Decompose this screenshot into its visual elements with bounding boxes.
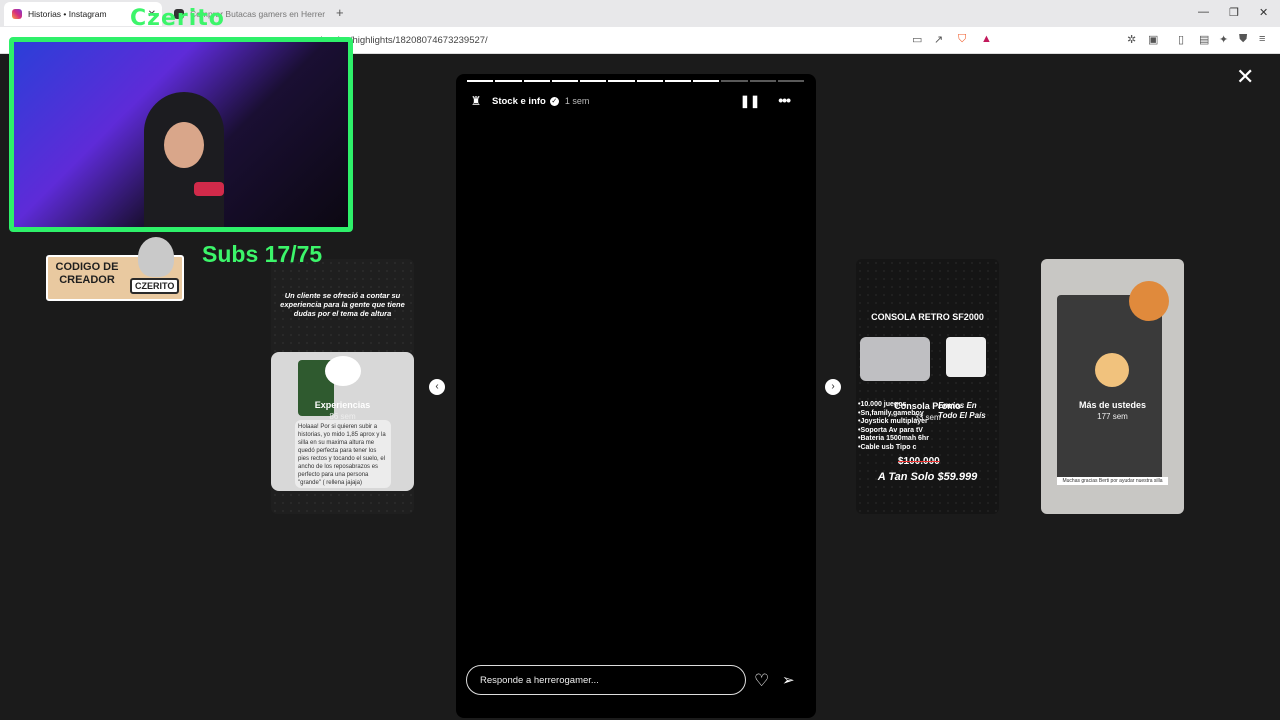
extensions-icon[interactable]: ✲ xyxy=(1127,33,1136,46)
card-header-text: Un cliente se ofreció a contar su experi… xyxy=(280,291,405,318)
story-progress-bar xyxy=(467,80,804,82)
progress-segment xyxy=(608,80,635,82)
creator-code-badge: CODIGO DE CREADOR CZERITO xyxy=(46,237,184,301)
microphone xyxy=(194,182,224,196)
creator-code-text: CODIGO DE CREADOR xyxy=(55,261,119,286)
previous-story-button[interactable]: ‹ xyxy=(429,379,445,395)
rewards-icon[interactable]: ▲ xyxy=(981,33,992,45)
card-shipping: Envios En Todo El País xyxy=(938,401,986,420)
tab-label: Historias • Instagram xyxy=(28,9,107,19)
progress-segment xyxy=(467,80,494,82)
card-time: 177 sem xyxy=(1097,412,1128,421)
progress-segment xyxy=(523,80,550,82)
story-preview-right-1[interactable]: CONSOLA RETRO SF2000 •10.000 juegos •Sn,… xyxy=(856,259,999,514)
progress-segment xyxy=(777,80,804,82)
card-caption: Muchas gracias Berti por ayudar nuestra … xyxy=(1057,477,1168,485)
card-old-price: $100.000 xyxy=(898,456,940,467)
progress-segment xyxy=(721,80,748,82)
menu-icon[interactable]: ≡ xyxy=(1259,33,1265,45)
next-story-button[interactable]: › xyxy=(825,379,841,395)
webcam-overlay xyxy=(9,37,353,232)
mascot-icon xyxy=(138,237,174,277)
card-title: Más de ustedes xyxy=(1078,400,1147,410)
progress-segment xyxy=(664,80,691,82)
heart-icon[interactable]: ♡ xyxy=(754,671,769,691)
more-options-icon[interactable]: ••• xyxy=(778,92,791,108)
screen-icon[interactable]: ▭ xyxy=(912,33,922,46)
wallet-icon[interactable]: ▣ xyxy=(1148,33,1158,46)
close-stories-button[interactable]: ✕ xyxy=(1236,66,1254,88)
streamer-face xyxy=(164,122,204,168)
card-heading: CONSOLA RETRO SF2000 xyxy=(871,312,984,322)
console-image xyxy=(860,337,930,381)
chair-photo xyxy=(1057,295,1162,483)
chair-avatar-icon[interactable]: ♜ xyxy=(468,93,484,109)
progress-segment xyxy=(495,80,522,82)
progress-segment xyxy=(580,80,607,82)
avatar xyxy=(325,356,361,386)
emoji-sticker xyxy=(1129,281,1169,321)
creator-tag: CZERITO xyxy=(130,278,180,294)
story-preview-right-2[interactable]: Más de ustedes 177 sem Muchas gracias Be… xyxy=(1041,259,1184,514)
console-box-image xyxy=(946,337,986,377)
subs-counter: Subs 17/75 xyxy=(202,241,323,267)
leo-icon[interactable]: ✦ xyxy=(1219,33,1228,46)
new-tab-button[interactable]: + xyxy=(336,5,344,20)
card-body-text: Holaaa! Por si quieren subir a historias… xyxy=(295,420,391,488)
story-viewer[interactable]: ♜ Stock e info ✓ 1 sem ❚❚ ••• Responde a… xyxy=(456,74,816,718)
story-header: ♜ Stock e info ✓ 1 sem ❚❚ ••• xyxy=(468,92,804,110)
avatar xyxy=(1095,353,1129,387)
reply-input[interactable]: Responde a herrerogamer... xyxy=(466,665,746,695)
story-username[interactable]: Stock e info xyxy=(492,96,546,107)
vpn-icon[interactable]: ⛊ xyxy=(1239,33,1247,46)
progress-segment xyxy=(551,80,578,82)
story-preview-left[interactable]: Un cliente se ofreció a contar su experi… xyxy=(271,259,414,514)
story-time: 1 sem xyxy=(564,96,590,106)
send-icon[interactable]: ➢ xyxy=(782,671,795,689)
window-close-button[interactable]: ✕ xyxy=(1259,6,1268,19)
instagram-icon xyxy=(12,9,22,19)
progress-segment xyxy=(693,80,720,82)
sidebar-icon[interactable]: ▯ xyxy=(1178,33,1184,46)
streamer-name: Czerito xyxy=(130,6,225,31)
restore-button[interactable]: ❐ xyxy=(1229,6,1239,19)
wallet2-icon[interactable]: ▤ xyxy=(1199,33,1209,46)
brave-shield-icon[interactable]: ⛉ xyxy=(958,33,966,46)
progress-segment xyxy=(636,80,663,82)
minimize-button[interactable]: — xyxy=(1198,6,1209,18)
card-price: A Tan Solo $59.999 xyxy=(877,471,978,483)
progress-segment xyxy=(749,80,776,82)
pause-icon[interactable]: ❚❚ xyxy=(740,94,760,108)
share-icon[interactable]: ↗ xyxy=(934,33,943,46)
verified-icon: ✓ xyxy=(549,96,559,106)
card-title: Experiencias xyxy=(314,400,371,410)
